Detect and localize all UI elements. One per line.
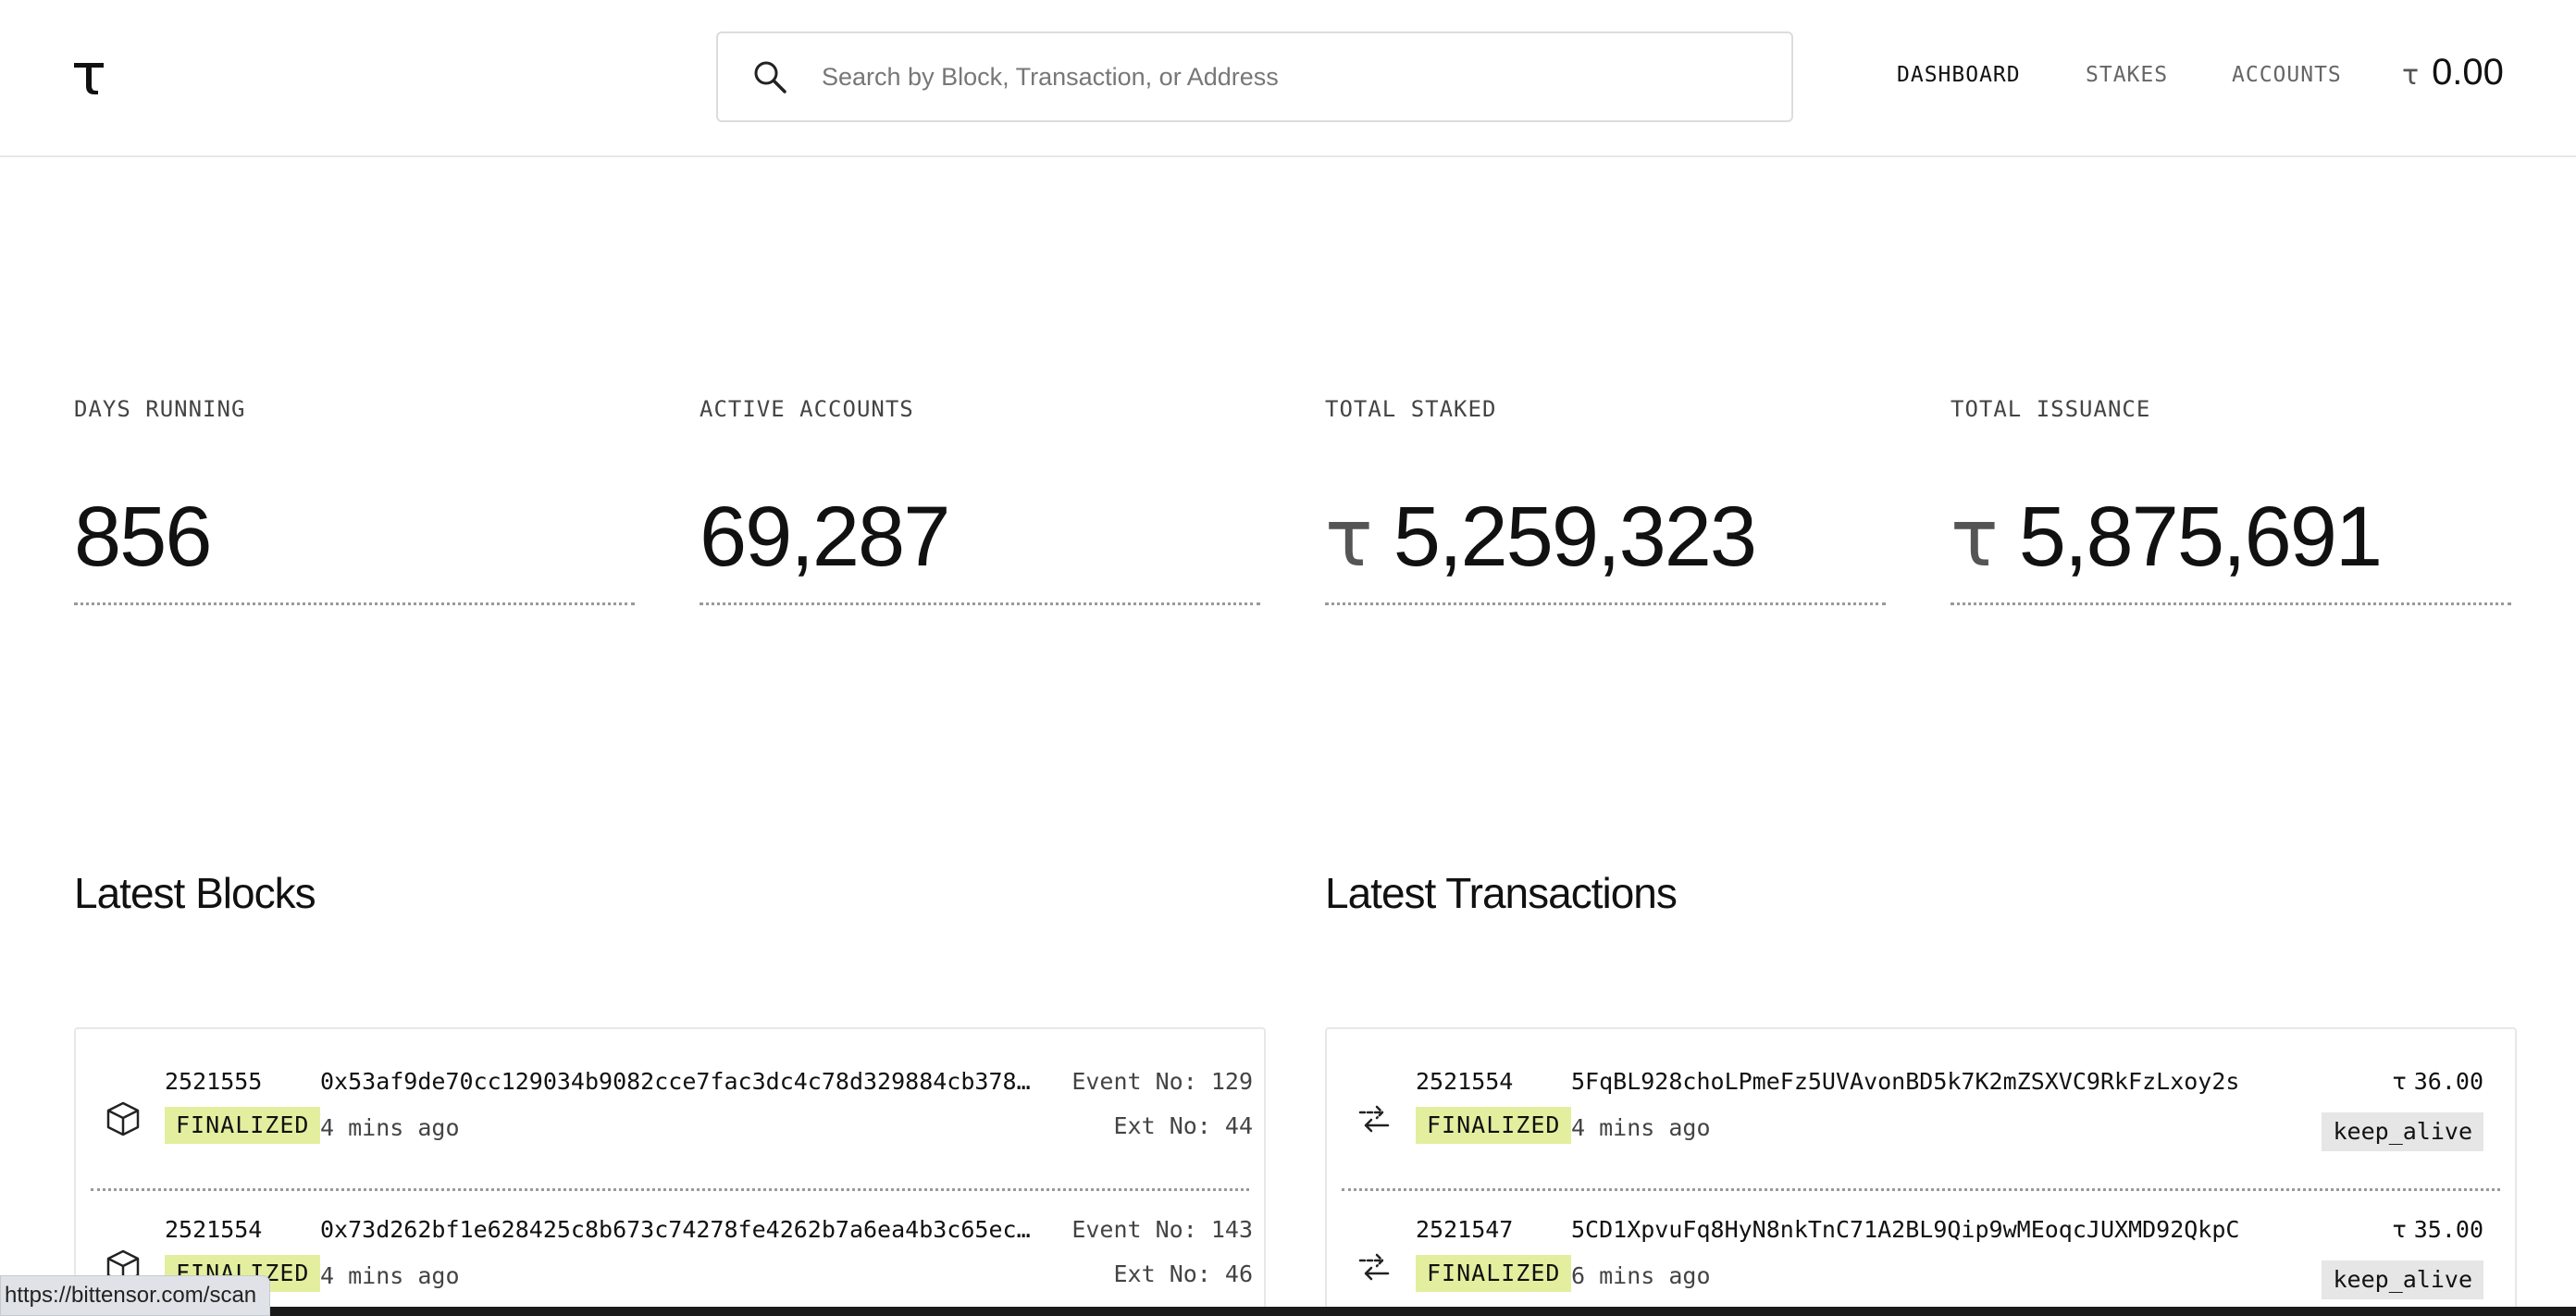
row-divider: [1342, 1188, 2500, 1191]
tx-block-number[interactable]: 2521547: [1416, 1216, 1513, 1243]
status-badge: FINALIZED: [165, 1107, 321, 1144]
stat-value: 69,287: [700, 490, 950, 584]
balance-value: 0.00: [2432, 52, 2504, 93]
stat-label: TOTAL ISSUANCE: [1951, 396, 2151, 422]
tx-block-number[interactable]: 2521554: [1416, 1068, 1513, 1095]
event-count: Event No: 143: [1071, 1216, 1253, 1243]
stat-days-running: DAYS RUNNING 856: [74, 396, 635, 605]
block-number[interactable]: 2521555: [165, 1068, 262, 1095]
stat-active-accounts: ACTIVE ACCOUNTS 69,287: [700, 396, 1260, 605]
stat-value: τ 5,875,691: [1951, 490, 2383, 585]
link-status-url: https://bittensor.com/scan: [0, 1275, 271, 1316]
tau-symbol: τ: [2392, 1216, 2407, 1243]
latest-transactions-title: Latest Transactions: [1325, 869, 1678, 917]
latest-transactions-panel: 2521554 5FqBL928choLPmeFz5UVAvonBD5k7K2m…: [1325, 1027, 2517, 1316]
block-age: 4 mins ago: [320, 1262, 460, 1289]
transfer-arrows-icon: [1358, 1105, 1390, 1133]
tau-symbol: τ: [2402, 59, 2420, 92]
tx-method-badge: keep_alive: [2322, 1260, 2483, 1299]
event-count: Event No: 129: [1071, 1068, 1253, 1095]
tx-address[interactable]: 5FqBL928choLPmeFz5UVAvonBD5k7K2mZSXVC9Rk…: [1571, 1068, 2311, 1095]
status-badge: FINALIZED: [1416, 1107, 1572, 1144]
top-header: DASHBOARD STAKES ACCOUNTS τ 0.00: [0, 0, 2576, 157]
stat-label: ACTIVE ACCOUNTS: [700, 396, 914, 422]
nav-dashboard[interactable]: DASHBOARD: [1897, 63, 2021, 87]
tau-symbol: τ: [1951, 492, 1999, 585]
tx-method-badge: keep_alive: [2322, 1112, 2483, 1151]
block-hash[interactable]: 0x73d262bf1e628425c8b673c74278fe4262b7a6…: [320, 1216, 1060, 1243]
tau-symbol: τ: [1325, 492, 1373, 585]
nav-stakes[interactable]: STAKES: [2086, 63, 2168, 87]
stat-label: TOTAL STAKED: [1325, 396, 1497, 422]
block-hash[interactable]: 0x53af9de70cc129034b9082cce7fac3dc4c78d3…: [320, 1068, 1060, 1095]
tau-symbol: τ: [2392, 1068, 2407, 1095]
window-bottom-edge: [0, 1307, 2576, 1316]
stat-value: τ 5,259,323: [1325, 490, 1757, 585]
extrinsic-count: Ext No: 44: [1113, 1112, 1253, 1139]
stat-total-staked: TOTAL STAKED τ 5,259,323: [1325, 396, 1886, 605]
search-input[interactable]: [822, 49, 1791, 105]
tx-age: 4 mins ago: [1571, 1114, 1711, 1141]
block-number[interactable]: 2521554: [165, 1216, 262, 1243]
extrinsic-count: Ext No: 46: [1113, 1260, 1253, 1287]
tx-amount: τ 35.00: [2392, 1216, 2483, 1243]
stat-value: 856: [74, 490, 212, 584]
tx-age: 6 mins ago: [1571, 1262, 1711, 1289]
tx-amount: τ 36.00: [2392, 1068, 2483, 1095]
row-divider: [91, 1188, 1249, 1191]
stat-total-issuance: TOTAL ISSUANCE τ 5,875,691: [1951, 396, 2511, 605]
tx-address[interactable]: 5CD1XpvuFq8HyN8nkTnC71A2BL9Qip9wMEoqcJUX…: [1571, 1216, 2311, 1243]
block-row[interactable]: 2521555 0x53af9de70cc129034b9082cce7fac3…: [76, 1046, 1264, 1194]
nav-accounts[interactable]: ACCOUNTS: [2232, 63, 2342, 87]
latest-blocks-panel: 2521555 0x53af9de70cc129034b9082cce7fac3…: [74, 1027, 1266, 1316]
latest-blocks-title: Latest Blocks: [74, 869, 316, 917]
bittensor-logo-icon[interactable]: [72, 57, 105, 94]
transaction-row[interactable]: 2521554 5FqBL928choLPmeFz5UVAvonBD5k7K2m…: [1327, 1046, 2515, 1194]
wallet-balance[interactable]: τ 0.00: [2402, 52, 2504, 93]
transaction-row[interactable]: 2521547 5CD1XpvuFq8HyN8nkTnC71A2BL9Qip9w…: [1327, 1194, 2515, 1316]
stat-label: DAYS RUNNING: [74, 396, 246, 422]
status-badge: FINALIZED: [1416, 1255, 1572, 1292]
transfer-arrows-icon: [1358, 1253, 1390, 1281]
block-cube-icon: [106, 1101, 140, 1136]
search-box[interactable]: [716, 31, 1793, 122]
block-age: 4 mins ago: [320, 1114, 460, 1141]
search-icon: [754, 61, 786, 93]
